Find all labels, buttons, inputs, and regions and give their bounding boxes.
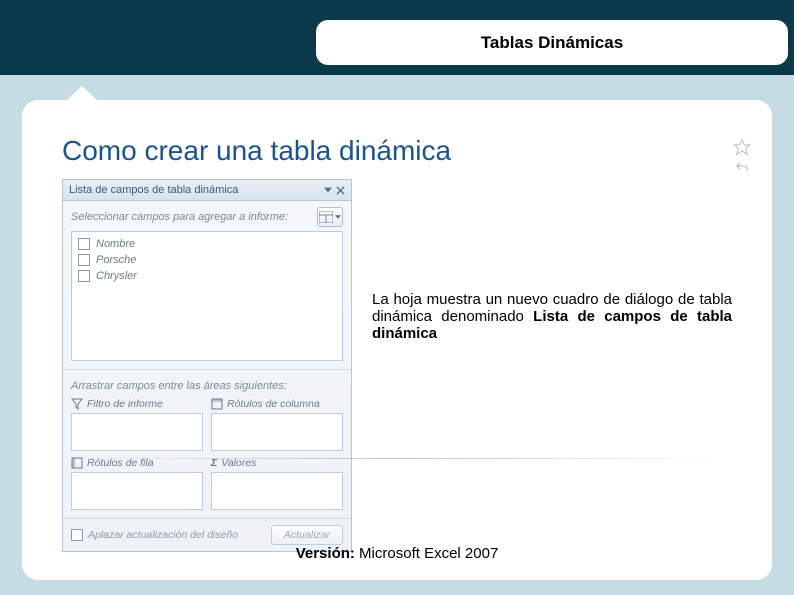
select-fields-label: Seleccionar campos para agregar a inform… — [71, 211, 288, 223]
version-label: Versión: — [296, 545, 355, 562]
checkbox[interactable] — [78, 254, 90, 266]
layout-options-button[interactable] — [317, 207, 343, 227]
description-text: La hoja muestra un nuevo cuadro de diálo… — [372, 179, 732, 342]
columns-icon — [211, 398, 223, 410]
area-values: Σ Valores — [211, 457, 343, 510]
version-row: Versión: Microsoft Excel 2007 — [22, 545, 772, 562]
area-dropzone[interactable] — [71, 472, 203, 510]
dropdown-caret-icon[interactable] — [324, 186, 332, 194]
undo-icon[interactable] — [732, 160, 752, 176]
checkbox[interactable] — [78, 238, 90, 250]
area-column-labels: Rótulos de columna — [211, 398, 343, 451]
checkbox[interactable] — [78, 270, 90, 282]
card-action-icons — [732, 138, 752, 176]
defer-label: Aplazar actualización del diseño — [88, 529, 238, 541]
field-label: Nombre — [96, 238, 135, 250]
area-report-filter: Filtro de informe — [71, 398, 203, 451]
defer-checkbox[interactable] — [71, 529, 83, 541]
page-title: Como crear una tabla dinámica — [62, 135, 732, 167]
area-dropzone[interactable] — [211, 472, 343, 510]
field-item[interactable]: Chrysler — [76, 268, 338, 284]
divider — [62, 458, 732, 459]
area-dropzone[interactable] — [211, 413, 343, 451]
area-label: Rótulos de columna — [227, 398, 320, 410]
panel-titlebar: Lista de campos de tabla dinámica — [63, 180, 351, 201]
layout-icon — [319, 211, 333, 223]
field-list: Nombre Porsche Chrysler — [71, 231, 343, 361]
close-icon[interactable] — [336, 186, 345, 195]
star-icon[interactable] — [732, 138, 752, 156]
panel-title-text: Lista de campos de tabla dinámica — [69, 184, 238, 196]
field-item[interactable]: Nombre — [76, 236, 338, 252]
card-arrow — [67, 86, 97, 100]
chevron-down-icon — [335, 214, 341, 220]
panel-select-row: Seleccionar campos para agregar a inform… — [63, 201, 351, 231]
filter-icon — [71, 398, 83, 410]
field-label: Porsche — [96, 254, 136, 266]
field-item[interactable]: Porsche — [76, 252, 338, 268]
version-value: Microsoft Excel 2007 — [355, 545, 498, 562]
area-dropzone[interactable] — [71, 413, 203, 451]
content-card: Como crear una tabla dinámica Lista de c… — [22, 100, 772, 580]
drag-areas-label: Arrastrar campos entre las áreas siguien… — [63, 369, 351, 398]
header-title: Tablas Dinámicas — [481, 33, 623, 53]
area-label: Filtro de informe — [87, 398, 163, 410]
update-button[interactable]: Actualizar — [271, 525, 343, 545]
header-title-pill: Tablas Dinámicas — [316, 20, 788, 65]
pivot-field-list-panel: Lista de campos de tabla dinámica Selecc… — [62, 179, 352, 552]
field-label: Chrysler — [96, 270, 137, 282]
area-row-labels: Rótulos de fila — [71, 457, 203, 510]
